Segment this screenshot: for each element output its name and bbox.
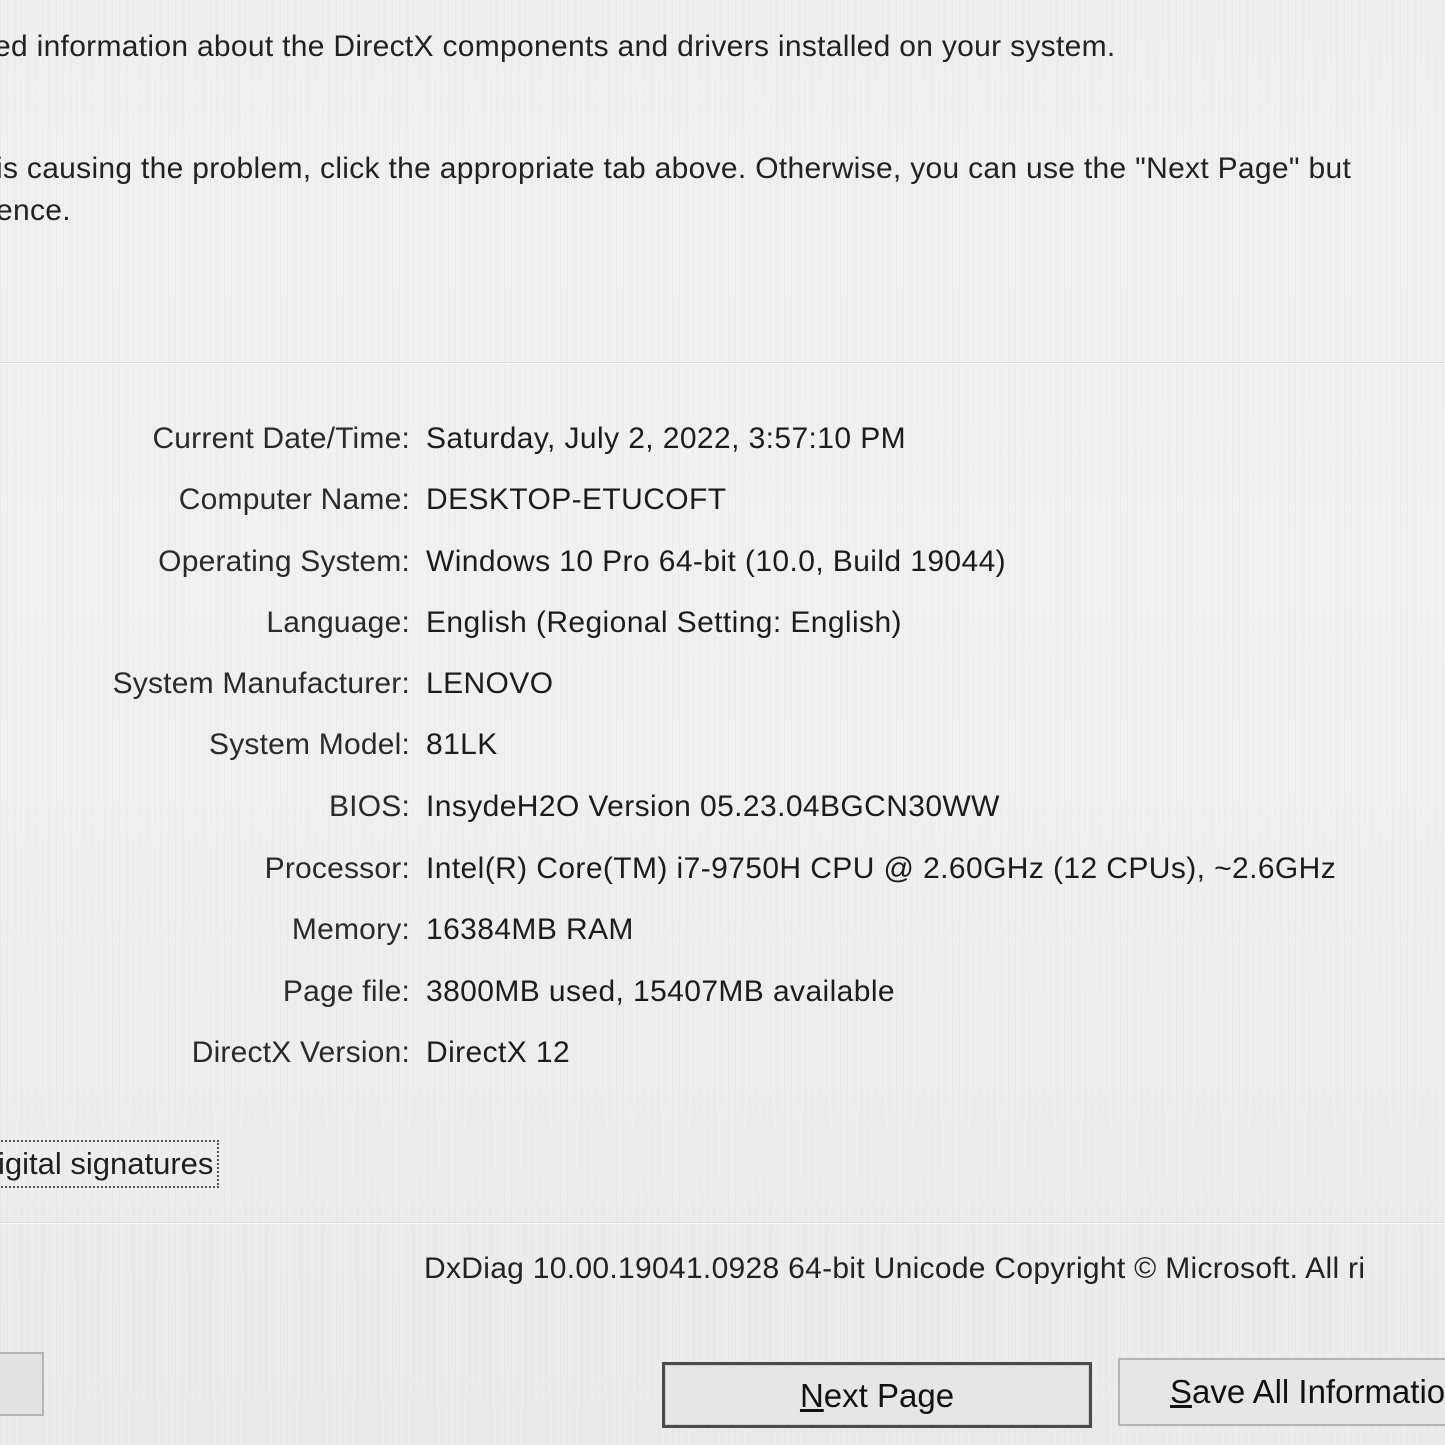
- info-value: Windows 10 Pro 64-bit (10.0, Build 19044…: [426, 545, 1007, 578]
- info-row-date-time: Current Date/Time: Saturday, July 2, 202…: [0, 422, 1445, 462]
- info-value: DirectX 12: [426, 1036, 571, 1069]
- info-row-page-file: Page file: 3800MB used, 15407MB availabl…: [0, 975, 1445, 1015]
- info-row-operating-system: Operating System: Windows 10 Pro 64-bit …: [0, 545, 1445, 585]
- next-page-label: ext Page: [823, 1377, 955, 1414]
- info-value: Intel(R) Core(TM) i7-9750H CPU @ 2.60GHz…: [426, 852, 1337, 885]
- info-label: Operating System:: [158, 545, 410, 578]
- info-row-system-manufacturer: System Manufacturer: LENOVO: [0, 667, 1445, 707]
- save-label: ave All Informatio: [1192, 1373, 1445, 1410]
- info-row-computer-name: Computer Name: DESKTOP-ETUCOFT: [0, 483, 1445, 523]
- help-button[interactable]: [0, 1352, 44, 1416]
- info-label: Processor:: [264, 852, 410, 885]
- info-row-memory: Memory: 16384MB RAM: [0, 913, 1445, 953]
- info-label: Page file:: [282, 975, 410, 1008]
- save-all-information-button[interactable]: Save All Informatio: [1118, 1358, 1445, 1426]
- info-label: BIOS:: [328, 790, 410, 823]
- next-page-button[interactable]: Next Page: [662, 1362, 1092, 1428]
- info-label: System Manufacturer:: [112, 667, 410, 700]
- info-row-bios: BIOS: InsydeH2O Version 05.23.04BGCN30WW: [0, 790, 1445, 830]
- info-value: InsydeH2O Version 05.23.04BGCN30WW: [426, 790, 1000, 823]
- info-value: 3800MB used, 15407MB available: [426, 975, 895, 1008]
- save-hotkey: S: [1170, 1373, 1193, 1410]
- info-value: 16384MB RAM: [426, 913, 634, 946]
- info-label: Current Date/Time:: [152, 422, 410, 455]
- next-page-hotkey: N: [799, 1377, 824, 1414]
- intro-line-1: ed information about the DirectX compone…: [0, 30, 1116, 63]
- info-label: Computer Name:: [178, 483, 410, 516]
- version-copyright-text: DxDiag 10.00.19041.0928 64-bit Unicode C…: [424, 1252, 1366, 1285]
- info-value: 81LK: [426, 728, 498, 761]
- check-digital-signatures-checkbox-label[interactable]: igital signatures: [0, 1140, 220, 1188]
- separator-top: [0, 362, 1445, 363]
- intro-line-3: ence.: [0, 194, 71, 227]
- info-value: English (Regional Setting: English): [426, 606, 902, 639]
- info-row-language: Language: English (Regional Setting: Eng…: [0, 606, 1445, 646]
- info-label: DirectX Version:: [191, 1036, 410, 1069]
- intro-line-2: is causing the problem, click the approp…: [0, 152, 1352, 185]
- info-row-processor: Processor: Intel(R) Core(TM) i7-9750H CP…: [0, 852, 1445, 892]
- info-label: System Model:: [209, 728, 410, 761]
- info-label: Language:: [266, 606, 410, 639]
- separator-bottom: [0, 1222, 1445, 1223]
- info-value: Saturday, July 2, 2022, 3:57:10 PM: [426, 422, 906, 455]
- info-value: DESKTOP-ETUCOFT: [426, 483, 727, 516]
- info-value: LENOVO: [426, 667, 554, 700]
- info-label: Memory:: [291, 913, 410, 946]
- info-row-system-model: System Model: 81LK: [0, 728, 1445, 768]
- info-row-directx-version: DirectX Version: DirectX 12: [0, 1036, 1445, 1076]
